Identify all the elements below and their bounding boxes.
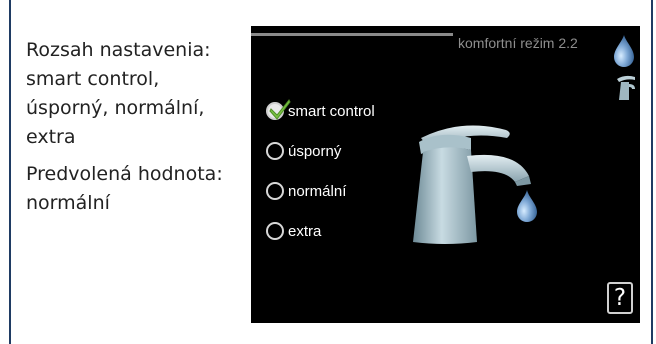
radio-button[interactable]: [266, 222, 284, 240]
checkmark-icon: [269, 99, 291, 120]
option-label: normální: [288, 182, 347, 200]
option-label: smart control: [288, 102, 375, 120]
default-text: Predvolená hodnota: normální: [26, 163, 223, 214]
info-panel: Rozsah nastavenia: smart control, úsporn…: [26, 36, 236, 226]
screen-title: komfortní režim 2.2: [458, 35, 578, 51]
water-drop-icon: [614, 35, 634, 67]
display-screen: komfortní režim 2.2 smart control úsporn…: [251, 26, 640, 323]
option-label: úsporný: [288, 142, 342, 160]
option-label: extra: [288, 222, 322, 240]
option-extra[interactable]: extra: [266, 221, 375, 241]
option-usporny[interactable]: úsporný: [266, 141, 375, 161]
faucet-icon: [617, 75, 635, 100]
radio-button[interactable]: [266, 142, 284, 160]
radio-button[interactable]: [266, 182, 284, 200]
header-line: [251, 33, 453, 36]
option-smart-control[interactable]: smart control: [266, 99, 375, 121]
range-text: Rozsah nastavenia: smart control, úsporn…: [26, 39, 211, 148]
faucet-illustration: [413, 125, 537, 244]
option-normalni[interactable]: normální: [266, 181, 375, 201]
radio-button[interactable]: [266, 99, 291, 120]
options-list: smart control úsporný normální extra: [266, 99, 375, 241]
help-button[interactable]: ?: [607, 282, 633, 314]
